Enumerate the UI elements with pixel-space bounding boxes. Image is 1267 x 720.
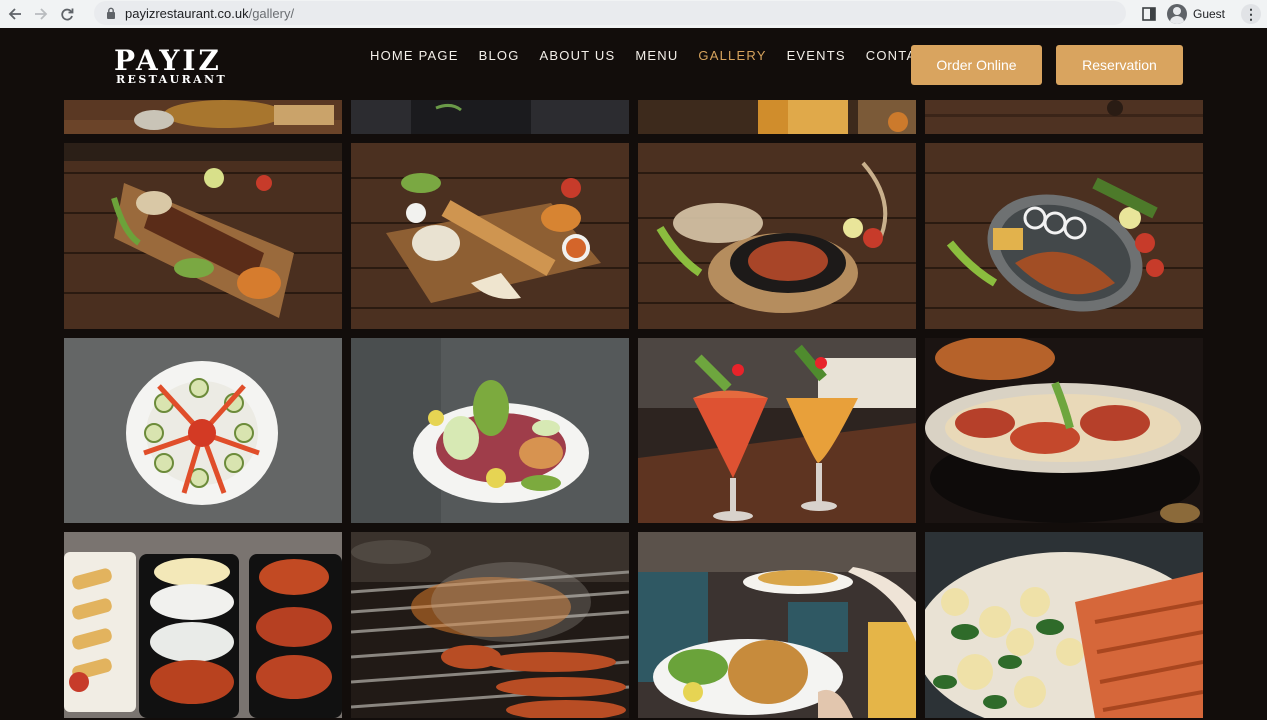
browser-toolbar: payizrestaurant.co.uk/gallery/ Guest ⋮ [0, 0, 1267, 28]
nav-blog[interactable]: BLOG [479, 48, 520, 63]
gallery-image-charcoal-grill[interactable] [351, 532, 629, 718]
gallery-image-top-2[interactable] [351, 100, 629, 134]
gallery-image-grilled-fish-plate[interactable] [925, 143, 1203, 329]
logo-main-text: PAYIZ [114, 44, 222, 77]
profile-label: Guest [1192, 7, 1225, 21]
url-host: payizrestaurant.co.uk [125, 5, 249, 21]
gallery-image-mixed-grill-board[interactable] [64, 143, 342, 329]
gallery-image-sizzling-plate[interactable] [638, 143, 916, 329]
nav-menu[interactable]: MENU [635, 48, 678, 63]
url-path: /gallery/ [248, 5, 295, 21]
reservation-button[interactable]: Reservation [1056, 45, 1183, 85]
gallery-image-top-3[interactable] [638, 100, 916, 134]
reload-icon[interactable] [56, 3, 78, 25]
gallery-image-cucumber-salad[interactable] [64, 338, 342, 523]
gallery-image-meze-platters[interactable] [64, 532, 342, 718]
gallery-image-shepherd-salad[interactable] [351, 338, 629, 523]
main-nav: HOME PAGE BLOG ABOUT US MENU GALLERY EVE… [360, 48, 946, 63]
logo-sub-text: RESTAURANT [116, 73, 228, 86]
more-options-icon[interactable]: ⋮ [1241, 4, 1261, 24]
gallery-image-salmon-potatoes[interactable] [925, 532, 1203, 718]
gallery-image-cocktails[interactable] [638, 338, 916, 523]
forward-icon[interactable] [30, 3, 52, 25]
nav-about-us[interactable]: ABOUT US [540, 48, 616, 63]
address-bar[interactable]: payizrestaurant.co.uk/gallery/ [94, 1, 1126, 25]
avatar-icon [1166, 4, 1187, 24]
site-logo[interactable]: PAYIZ RESTAURANT [114, 44, 228, 86]
nav-events[interactable]: EVENTS [787, 48, 846, 63]
gallery-image-manti-plate[interactable] [925, 338, 1203, 523]
side-panel-icon[interactable] [1141, 6, 1157, 22]
profile-button[interactable]: Guest [1164, 3, 1233, 25]
back-icon[interactable] [4, 3, 26, 25]
gallery-image-top-1[interactable] [64, 100, 342, 134]
gallery-image-wrap-kebab-board[interactable] [351, 143, 629, 329]
gallery-image-top-4[interactable] [925, 100, 1203, 134]
page: PAYIZ RESTAURANT HOME PAGE BLOG ABOUT US… [0, 28, 1267, 720]
nav-home[interactable]: HOME PAGE [370, 48, 459, 63]
gallery-image-waiter-serving[interactable] [638, 532, 916, 718]
order-online-button[interactable]: Order Online [911, 45, 1042, 85]
lock-icon[interactable] [104, 6, 118, 20]
nav-gallery[interactable]: GALLERY [698, 48, 766, 63]
